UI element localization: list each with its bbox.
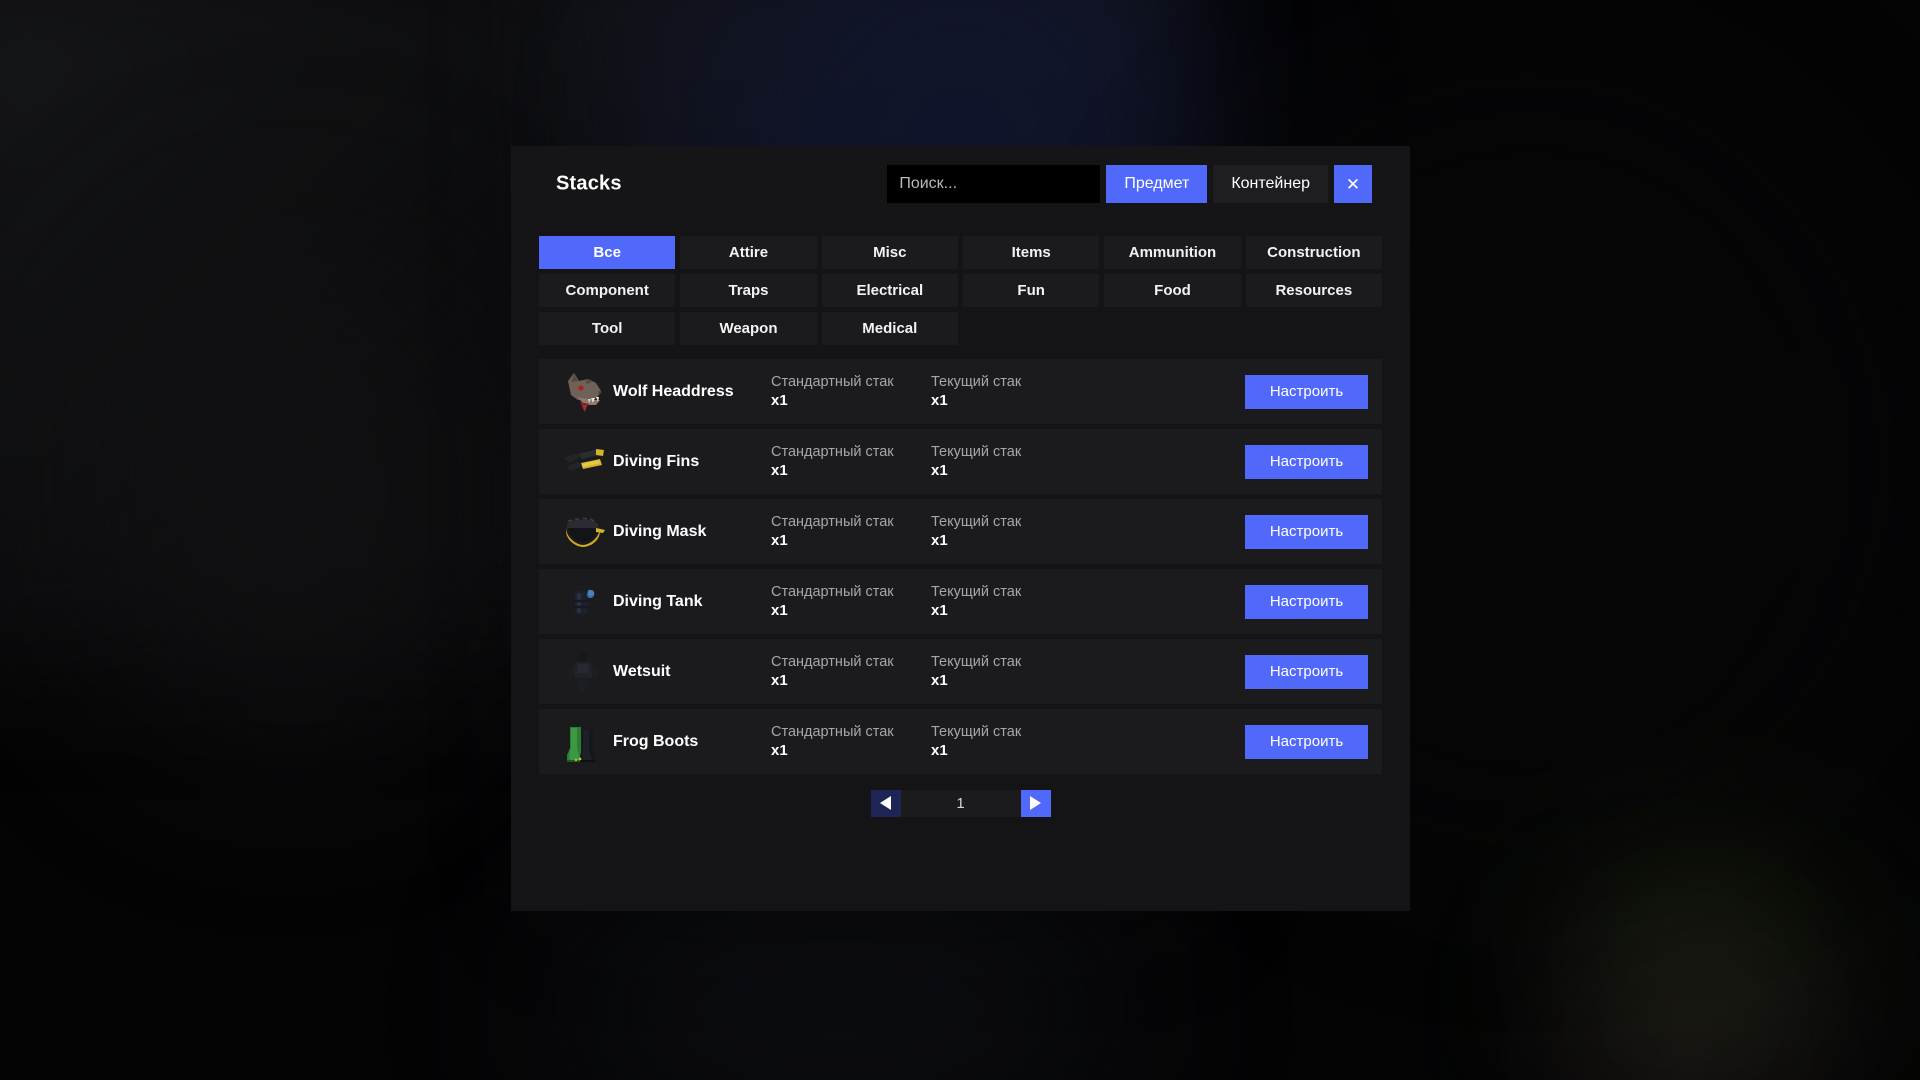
item-row: Diving Mask Стандартный стак x1 Текущий ста… — [539, 499, 1382, 564]
tab-weapon[interactable]: Weapon — [680, 312, 817, 345]
item-list: Wolf Headdress Стандартный стак x1 Текущий … — [539, 359, 1382, 774]
current-stack-value: x1 — [931, 602, 948, 619]
item-name: Wolf Headdress — [613, 382, 734, 400]
standard-stack-value: x1 — [771, 462, 788, 479]
configure-button[interactable]: Настроить — [1245, 724, 1368, 759]
item-name: Diving Tank — [613, 592, 703, 610]
diving-fins-icon — [557, 436, 609, 488]
current-stack-label: Текущий стак — [931, 444, 1022, 460]
diving-mask-icon — [557, 506, 609, 558]
current-stack-column: Текущий стак x1 — [931, 514, 1106, 549]
current-stack-column: Текущий стак x1 — [931, 724, 1106, 759]
current-stack-label: Текущий стак — [931, 654, 1022, 670]
standard-stack-label: Стандартный стак — [771, 584, 894, 600]
previous-page-button[interactable] — [870, 789, 901, 817]
standard-stack-value: x1 — [771, 672, 788, 689]
tab-medical[interactable]: Medical — [821, 312, 958, 345]
header-controls: Предмет Контейнер ✕ — [887, 165, 1372, 203]
tab-tool[interactable]: Tool — [539, 312, 676, 345]
close-icon[interactable]: ✕ — [1334, 165, 1372, 203]
configure-button[interactable]: Настроить — [1245, 444, 1368, 479]
configure-button[interactable]: Настроить — [1245, 654, 1368, 689]
current-stack-label: Текущий стак — [931, 374, 1022, 390]
filter-container-button[interactable]: Контейнер — [1213, 165, 1328, 203]
frog-boots-icon — [557, 716, 609, 768]
standard-stack-label: Стандартный стак — [771, 444, 894, 460]
current-stack-label: Текущий стак — [931, 724, 1022, 740]
standard-stack-value: x1 — [771, 602, 788, 619]
current-stack-column: Текущий стак x1 — [931, 584, 1106, 619]
standard-stack-column: Стандартный стак x1 — [771, 514, 931, 549]
standard-stack-value: x1 — [771, 742, 788, 759]
item-row: Wolf Headdress Стандартный стак x1 Текущий … — [539, 359, 1382, 424]
tab-traps[interactable]: Traps — [680, 274, 817, 307]
current-stack-value: x1 — [931, 462, 948, 479]
configure-button[interactable]: Настроить — [1245, 514, 1368, 549]
wetsuit-icon — [557, 646, 609, 698]
standard-stack-value: x1 — [771, 532, 788, 549]
diving-tank-icon — [557, 576, 609, 628]
page-strip: 1 — [870, 789, 1051, 817]
configure-button[interactable]: Настроить — [1245, 374, 1368, 409]
item-row: Diving Tank Стандартный стак x1 Текущий ста… — [539, 569, 1382, 634]
tab-все[interactable]: Все — [539, 236, 676, 269]
current-stack-label: Текущий стак — [931, 584, 1022, 600]
standard-stack-label: Стандартный стак — [771, 654, 894, 670]
standard-stack-column: Стандартный стак x1 — [771, 584, 931, 619]
tab-food[interactable]: Food — [1104, 274, 1241, 307]
background-bottom-center-haze — [560, 900, 1120, 1080]
item-row: Diving Fins Стандартный стак x1 Текущий ста… — [539, 429, 1382, 494]
standard-stack-column: Стандартный стак x1 — [771, 654, 931, 689]
item-name: Diving Fins — [613, 452, 700, 470]
panel-body: Все Attire Misc Items Ammunition Construction… — [511, 222, 1410, 823]
current-stack-value: x1 — [931, 392, 948, 409]
tab-fun[interactable]: Fun — [962, 274, 1100, 307]
tab-attire[interactable]: Attire — [680, 236, 817, 269]
tab-items[interactable]: Items — [962, 236, 1100, 269]
item-name: Wetsuit — [613, 662, 671, 680]
standard-stack-column: Стандартный стак x1 — [771, 374, 931, 409]
page-title: Stacks — [556, 172, 622, 195]
item-name: Diving Mask — [613, 522, 707, 540]
tab-misc[interactable]: Misc — [821, 236, 958, 269]
current-stack-column: Текущий стак x1 — [931, 654, 1106, 689]
current-stack-value: x1 — [931, 532, 948, 549]
chevron-left-icon — [880, 796, 891, 810]
current-page-number: 1 — [900, 789, 1021, 817]
standard-stack-column: Стандартный стак x1 — [771, 724, 931, 759]
stacks-panel: Stacks Предмет Контейнер ✕ ВсеAttireMisc… — [511, 146, 1410, 911]
current-stack-value: x1 — [931, 742, 948, 759]
panel-header: Stacks Предмет Контейнер ✕ — [511, 146, 1410, 222]
search-input[interactable] — [887, 165, 1101, 203]
current-stack-label: Текущий стак — [931, 514, 1022, 530]
current-stack-value: x1 — [931, 672, 948, 689]
tab-construction[interactable]: Construction — [1245, 236, 1382, 269]
current-stack-column: Текущий стак x1 — [931, 444, 1106, 479]
item-name: Frog Boots — [613, 732, 699, 750]
current-stack-column: Текущий стак x1 — [931, 374, 1106, 409]
tab-resources[interactable]: Resources — [1245, 274, 1382, 307]
background-grey-pillar — [80, 230, 500, 750]
standard-stack-label: Стандартный стак — [771, 374, 894, 390]
chevron-right-icon — [1030, 796, 1041, 810]
item-row: Wetsuit Стандартный стак x1 Текущий стак x1 Н… — [539, 639, 1382, 704]
category-tab-grid: Все Attire Misc Items Ammunition Construction… — [539, 236, 1382, 345]
standard-stack-column: Стандартный стак x1 — [771, 444, 931, 479]
standard-stack-value: x1 — [771, 392, 788, 409]
tab-ammunition[interactable]: Ammunition — [1104, 236, 1241, 269]
wolf-headdress-icon — [557, 366, 609, 418]
tab-electrical[interactable]: Electrical — [821, 274, 958, 307]
tab-component[interactable]: Component — [539, 274, 676, 307]
standard-stack-label: Стандартный стак — [771, 724, 894, 740]
next-page-button[interactable] — [1020, 789, 1051, 817]
configure-button[interactable]: Настроить — [1245, 584, 1368, 619]
item-row: Frog Boots Стандартный стак x1 Текущий стак… — [539, 709, 1382, 774]
pagination: 1 — [539, 783, 1382, 823]
standard-stack-label: Стандартный стак — [771, 514, 894, 530]
filter-item-button[interactable]: Предмет — [1106, 165, 1208, 203]
